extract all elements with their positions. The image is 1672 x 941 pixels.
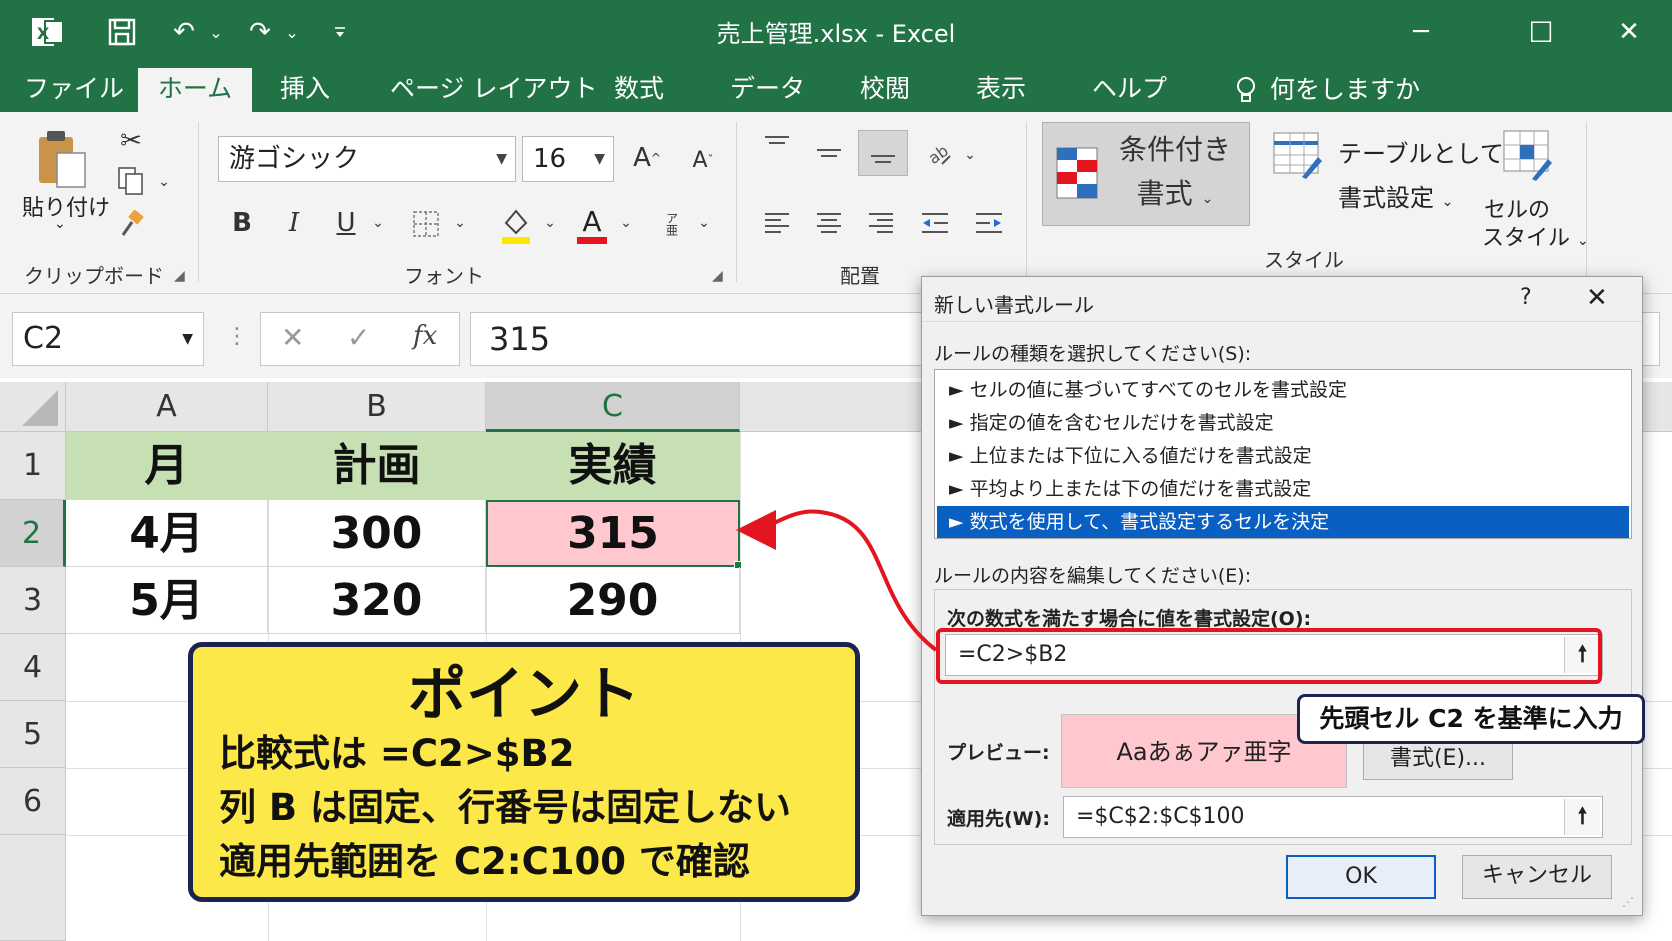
curved-arrow-icon bbox=[736, 509, 938, 652]
